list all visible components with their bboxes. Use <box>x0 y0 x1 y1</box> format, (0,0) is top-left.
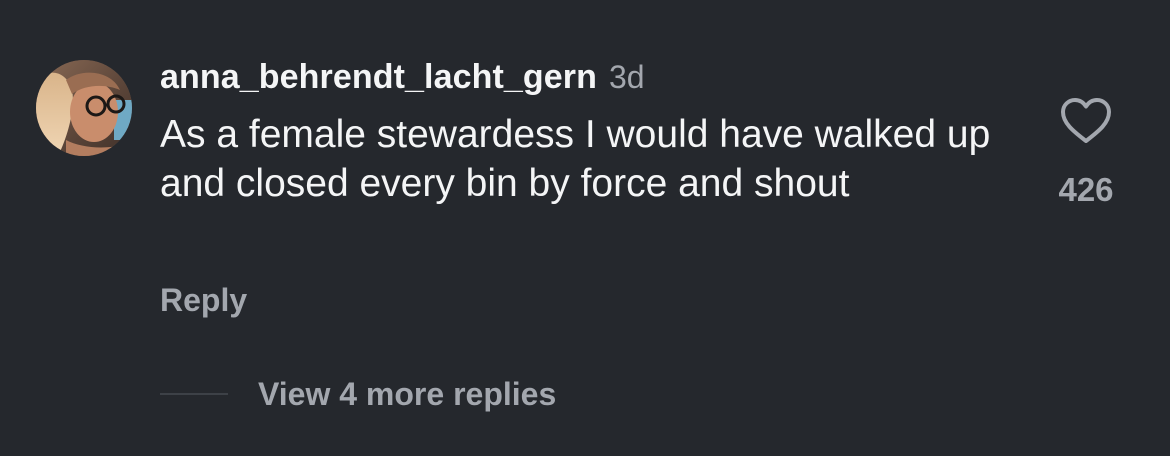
like-block: 426 <box>1040 96 1132 210</box>
reply-button[interactable]: Reply <box>160 280 247 320</box>
comment-header: anna_behrendt_lacht_gern 3d <box>160 58 645 102</box>
replies-divider <box>160 393 228 395</box>
avatar[interactable] <box>36 60 132 156</box>
view-replies-button[interactable]: View 4 more replies <box>258 376 556 413</box>
comment-timestamp: 3d <box>608 59 645 95</box>
comment-text: As a female stewardess I would have walk… <box>160 113 991 205</box>
comment-item: anna_behrendt_lacht_gern 3d As a female … <box>0 0 1170 456</box>
like-count: 426 <box>1058 171 1114 208</box>
view-replies-row: View 4 more replies <box>160 372 556 416</box>
avatar-image <box>36 60 132 156</box>
heart-icon[interactable] <box>1059 96 1113 146</box>
username-link[interactable]: anna_behrendt_lacht_gern <box>160 58 597 97</box>
